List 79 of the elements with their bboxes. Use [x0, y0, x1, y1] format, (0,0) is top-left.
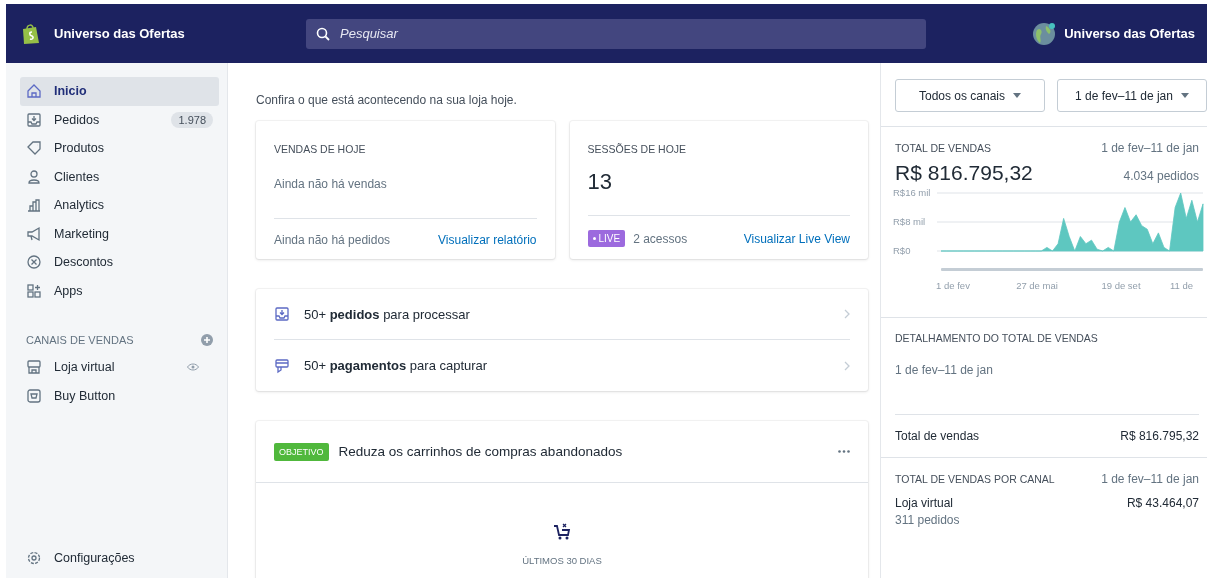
card-title: VENDAS DE HOJE: [274, 143, 367, 155]
store-icon: [26, 359, 42, 376]
nav-item[interactable]: Loja virtual: [20, 353, 219, 382]
channel-value: R$ 43.464,07: [1126, 496, 1199, 510]
row-value: R$ 816.795,32: [1120, 429, 1199, 443]
visits-count: 2 acessos: [633, 231, 688, 246]
search-icon: [316, 26, 330, 41]
search-field[interactable]: Pesquisar: [306, 18, 926, 49]
nav-item[interactable]: Inicio: [20, 77, 219, 106]
report-link[interactable]: Visualizar relatório: [438, 233, 537, 247]
axis-label: 19 de set: [1101, 280, 1141, 291]
section-title: DETALHAMENTO DO TOTAL DE VENDAS: [895, 332, 1099, 344]
task-item[interactable]: 50+ pagamentos para capturar: [274, 340, 850, 391]
task-item[interactable]: 50+ pedidos para processar: [274, 289, 850, 340]
bar-chart-icon: [26, 197, 42, 214]
nav-item[interactable]: Analytics: [20, 191, 219, 220]
chevron-icon: [844, 309, 850, 319]
live-view-link[interactable]: Visualizar Live View: [743, 231, 850, 246]
filter-dropdown[interactable]: 1 de fev–11 de jan: [1057, 79, 1207, 112]
goal-badge: OBJETIVO: [274, 442, 329, 461]
nav-item[interactable]: Apps: [20, 276, 219, 305]
nav-item[interactable]: Pedidos 1.978: [20, 105, 219, 134]
store-name: Universo das Ofertas: [54, 26, 185, 41]
megaphone-icon: [26, 225, 42, 242]
nav-item[interactable]: Descontos: [20, 248, 219, 277]
axis-label: 27 de mai: [1016, 280, 1058, 291]
orders-count: 311 pedidos: [895, 513, 960, 527]
card-icon: [274, 357, 290, 374]
orders-count: 4.034 pedidos: [1123, 169, 1199, 183]
eye-icon[interactable]: [187, 363, 199, 372]
settings-icon: [26, 549, 42, 566]
nav-item[interactable]: Configurações: [20, 543, 219, 572]
nav-item[interactable]: Clientes: [20, 162, 219, 191]
sessions-count: 13: [587, 169, 613, 195]
section-title: CANAIS DE VENDAS: [26, 334, 134, 346]
inbox-icon: [26, 111, 42, 128]
more-icon[interactable]: [838, 450, 850, 453]
goal-title: Reduza os carrinhos de compras abandonados: [338, 444, 623, 459]
caret-icon: [1013, 93, 1022, 98]
section-title: TOTAL DE VENDAS: [895, 142, 992, 154]
chevron-icon: [844, 360, 850, 371]
nav-item[interactable]: Buy Button: [20, 381, 219, 410]
row-label: Total de vendas: [895, 429, 980, 443]
axis-label: R$16 mil: [893, 187, 931, 198]
range-scrollbar[interactable]: [941, 268, 1203, 271]
sales-total: R$ 816.795,32: [895, 161, 1033, 185]
globe-avatar[interactable]: [1032, 21, 1057, 46]
count-badge: 1.978: [171, 111, 213, 128]
button-icon: [26, 387, 42, 404]
person-icon: [26, 168, 42, 185]
home-icon: [26, 83, 42, 100]
axis-label: R$8 mil: [893, 216, 926, 227]
live-badge: LIVE: [587, 230, 626, 247]
caret-icon: [1180, 93, 1189, 98]
nav-item[interactable]: Marketing: [20, 219, 219, 248]
account-name[interactable]: Universo das Ofertas: [1064, 26, 1195, 41]
cart-icon: [553, 523, 571, 541]
date-range: 1 de fev–11 de jan: [895, 363, 993, 377]
empty-message: Ainda não há vendas: [274, 177, 388, 191]
channel-name: Loja virtual: [895, 496, 954, 510]
filter-dropdown[interactable]: Todos os canais: [895, 79, 1045, 112]
date-range: 1 de fev–11 de jan: [1101, 472, 1199, 486]
apps-icon: [26, 282, 42, 299]
section-title: TOTAL DE VENDAS POR CANAL: [895, 473, 1055, 485]
add-icon[interactable]: [201, 334, 213, 346]
tag-icon: [26, 140, 42, 157]
nav-item[interactable]: Produtos: [20, 134, 219, 163]
shopping-bag-logo[interactable]: [22, 22, 40, 45]
inbox-icon: [274, 306, 290, 322]
date-range: 1 de fev–11 de jan: [1101, 141, 1199, 155]
axis-label: 1 de fev: [936, 280, 970, 291]
empty-message: Ainda não há pedidos: [274, 233, 391, 247]
axis-label: R$0: [893, 245, 911, 256]
intro-text: Confira o que está acontecendo na sua loja hoje.: [256, 93, 518, 107]
discount-icon: [26, 254, 42, 271]
search-input[interactable]: Pesquisar: [338, 25, 916, 42]
card-title: SESSÕES DE HOJE: [587, 143, 688, 155]
period-label: ÚLTIMOS 30 DIAS: [522, 555, 602, 566]
axis-label: 11 de: [1169, 280, 1193, 291]
